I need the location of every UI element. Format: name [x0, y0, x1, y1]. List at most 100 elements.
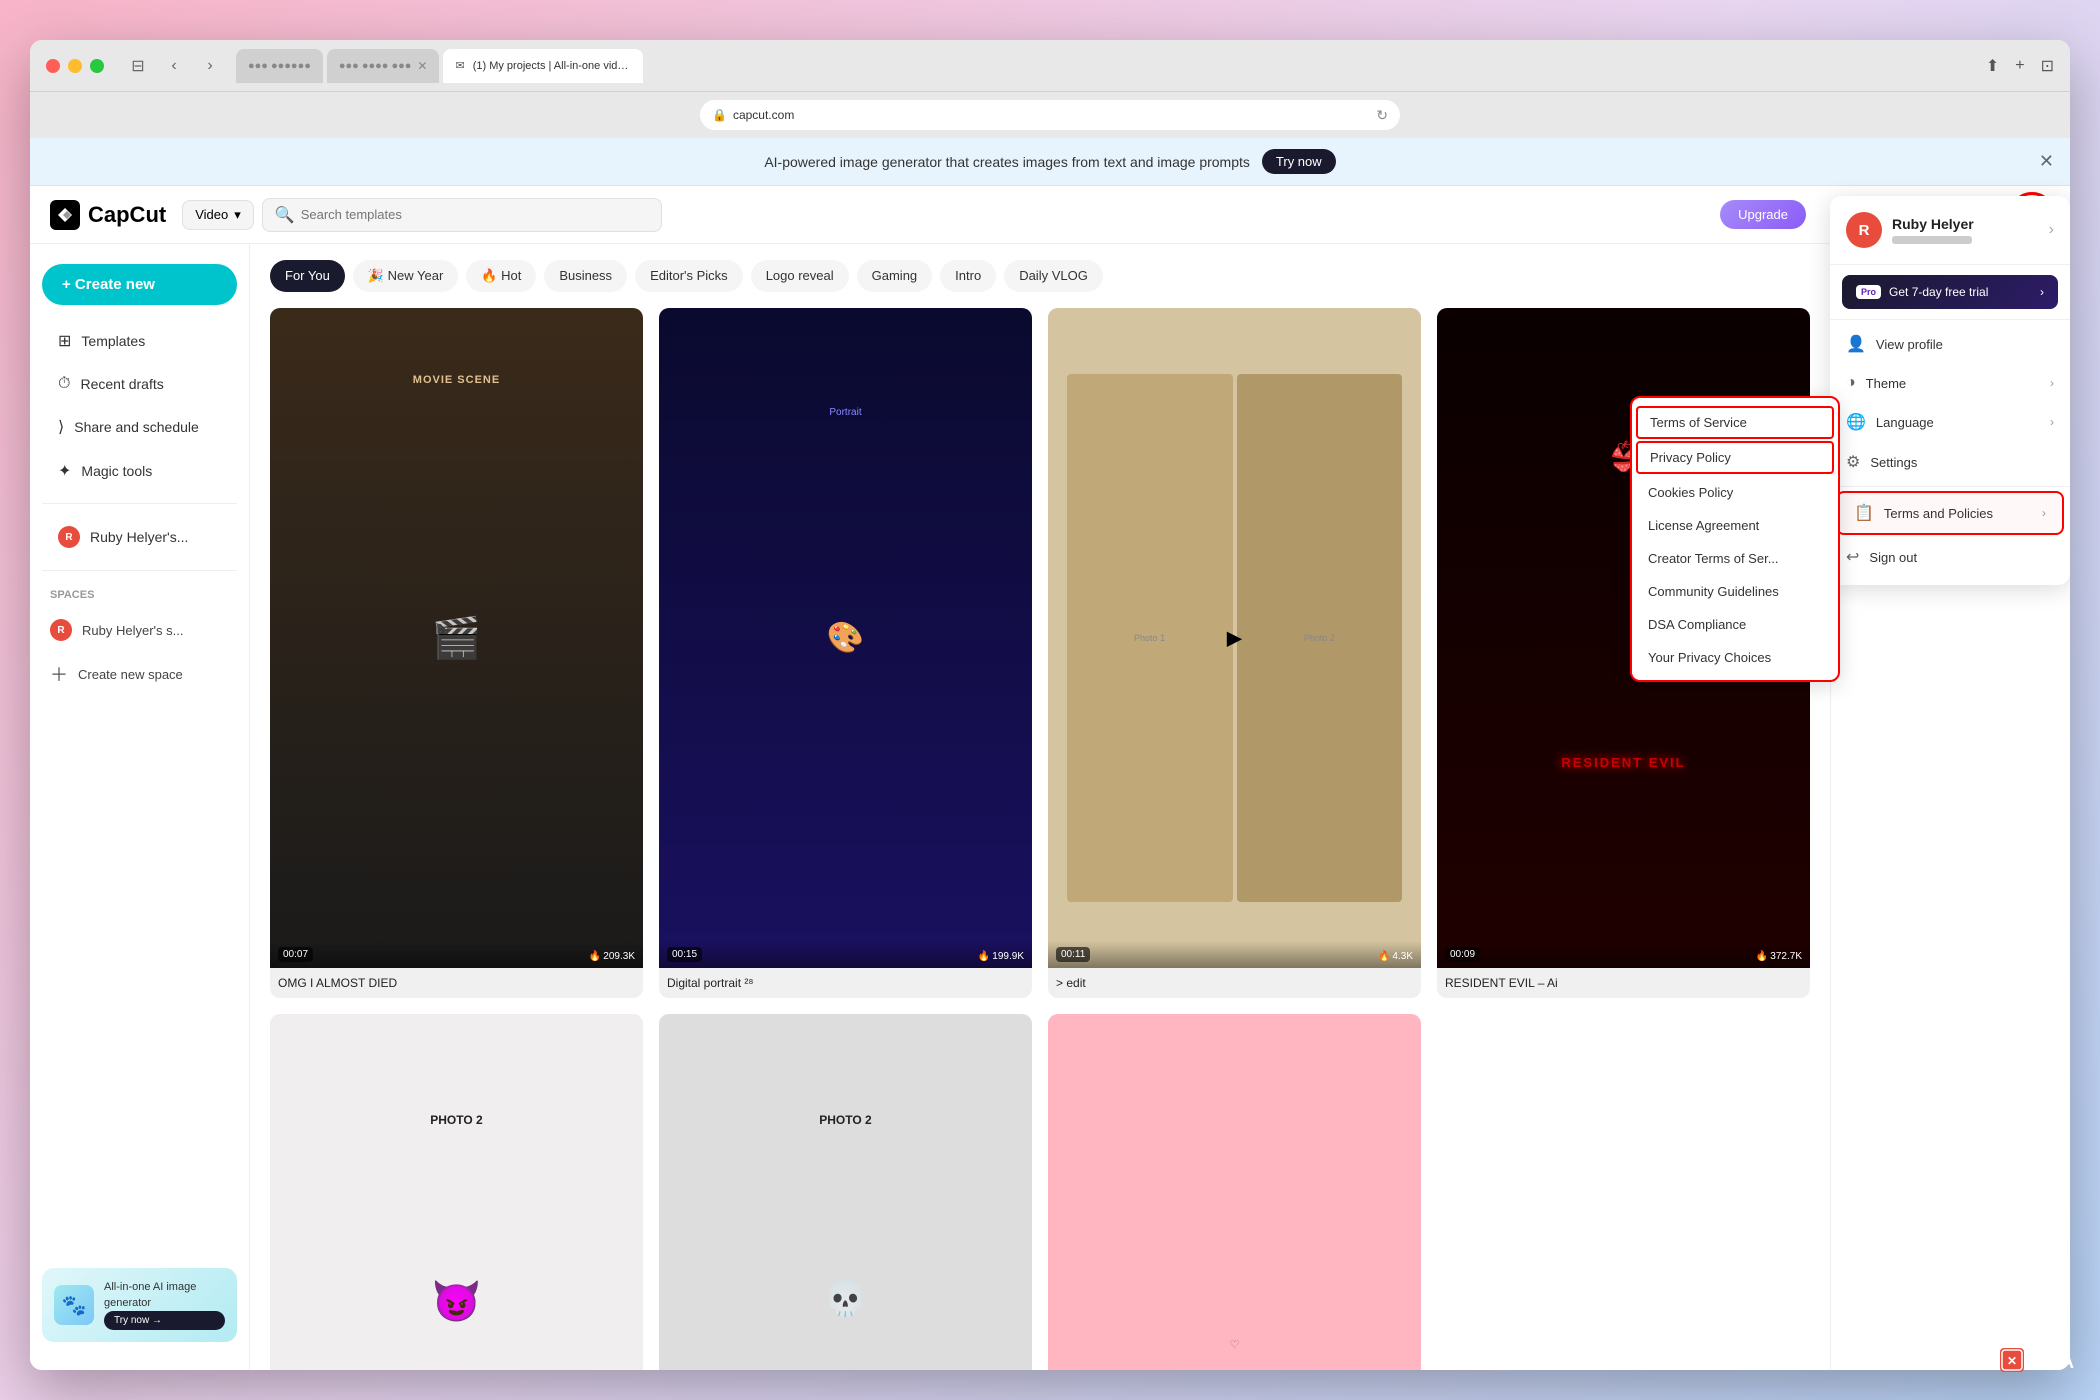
submenu-item-community-guidelines[interactable]: Community Guidelines [1632, 575, 1838, 608]
sidebar-item-magic-tools[interactable]: ✦ Magic tools [38, 451, 241, 491]
lock-icon: 🔒 [712, 108, 727, 122]
pro-label: Pro [1856, 285, 1881, 299]
sidebar-toggle[interactable]: ⊟ [124, 52, 152, 80]
submenu-item-privacy-policy[interactable]: Privacy Policy [1636, 441, 1834, 474]
tab-new-year[interactable]: 🎉 New Year [353, 260, 458, 292]
sidebar-item-templates[interactable]: ⊞ Templates [38, 321, 241, 361]
dropdown-arrow-icon: ▾ [234, 207, 241, 223]
new-tab-icon[interactable]: + [2015, 57, 2024, 75]
cookies-policy-label: Cookies Policy [1648, 485, 1733, 500]
dropdown-item-language[interactable]: 🌐 Language › [1830, 402, 2070, 442]
xda-watermark: ✕ XDA [2000, 1340, 2080, 1380]
tab-gaming[interactable]: Gaming [857, 260, 933, 292]
sidebar-item-recent-drafts[interactable]: ⏱ Recent drafts [38, 365, 241, 403]
search-area: Video ▾ 🔍 [182, 198, 662, 232]
tab-for-you[interactable]: For You [270, 260, 345, 292]
sidebar-item-share-schedule[interactable]: ⟩ Share and schedule [38, 407, 241, 447]
share-icon[interactable]: ⬆ [1986, 56, 1999, 76]
tab-logo-reveal-label: Logo reveal [766, 268, 834, 283]
submenu-item-license-agreement[interactable]: License Agreement [1632, 509, 1838, 542]
browser-tabs: ●●● ●●●●●● ●●● ●●●● ●●● ✕ ✉ (1) My proje… [236, 49, 1974, 83]
profile-icon: 👤 [1846, 334, 1866, 354]
views-2: 🔥4.3K [1378, 951, 1413, 962]
maximize-button[interactable] [90, 59, 104, 73]
url-text: capcut.com [733, 108, 794, 122]
xda-logo: ✕ XDA [2000, 1340, 2080, 1380]
space-name-label: Ruby Helyer's s... [82, 623, 183, 638]
dropdown-divider-2 [1830, 486, 2070, 487]
minimize-button[interactable] [68, 59, 82, 73]
tab-business[interactable]: Business [544, 260, 627, 292]
submenu-item-dsa-compliance[interactable]: DSA Compliance [1632, 608, 1838, 641]
dropdown-item-terms-policies[interactable]: 📋 Terms and Policies › [1836, 491, 2064, 535]
tab-intro[interactable]: Intro [940, 260, 996, 292]
video-card-6[interactable]: ♡ 00:12 🔥258.8K [1048, 1014, 1421, 1370]
privacy-choices-label: Your Privacy Choices [1648, 650, 1771, 665]
views-0: 🔥209.3K [589, 951, 635, 962]
duration-1: 00:15 [667, 947, 702, 962]
app-logo: CapCut [50, 200, 166, 230]
windows-icon[interactable]: ⊡ [2041, 56, 2054, 76]
duration-2: 00:11 [1056, 947, 1090, 962]
tab-hot[interactable]: 🔥 Hot [466, 260, 536, 292]
tab-2-close[interactable]: ✕ [417, 59, 427, 73]
tab-editors-picks[interactable]: Editor's Picks [635, 260, 743, 292]
pro-banner[interactable]: Pro Get 7-day free trial › [1842, 275, 2058, 309]
sidebar-item-user[interactable]: R Ruby Helyer's... [38, 516, 241, 558]
spaces-label: Spaces [30, 583, 249, 607]
pro-text: Get 7-day free trial [1889, 285, 1988, 299]
title-bar: ⊟ ‹ › ●●● ●●●●●● ●●● ●●●● ●●● ✕ ✉ (1) My… [30, 40, 2070, 92]
sidebar-magic-label: Magic tools [81, 463, 152, 479]
browser-tab-2[interactable]: ●●● ●●●● ●●● ✕ [327, 49, 440, 83]
upgrade-button[interactable]: Upgrade [1720, 200, 1806, 229]
theme-chevron-icon: › [2050, 376, 2054, 390]
video-card-4[interactable]: PHOTO 2 😈 00:13 🔥562.9K TROLL-FACE EDIT [270, 1014, 643, 1370]
tab-logo-reveal[interactable]: Logo reveal [751, 260, 849, 292]
dropdown-item-view-profile[interactable]: 👤 View profile [1830, 324, 2070, 364]
reload-icon[interactable]: ↻ [1376, 107, 1388, 124]
ai-banner-sidebar[interactable]: 🐾 All-in-one AI image generator Try now … [42, 1268, 237, 1342]
create-space-button[interactable]: ＋ Create new space [30, 653, 249, 695]
tab-daily-vlog[interactable]: Daily VLOG [1004, 260, 1103, 292]
duration-0: 00:07 [278, 947, 313, 962]
video-filter-dropdown[interactable]: Video ▾ [182, 200, 254, 230]
browser-tab-3-active[interactable]: ✉ (1) My projects | All-in-one video edi… [443, 49, 643, 83]
sidebar-divider-1 [42, 503, 237, 504]
sidebar-share-label: Share and schedule [74, 419, 199, 435]
video-card-5[interactable]: PHOTO 2 💀 00:09 🔥97K CAVEIRA EDIT [659, 1014, 1032, 1370]
search-input[interactable] [301, 207, 650, 222]
back-button[interactable]: ‹ [160, 52, 188, 80]
video-card-2[interactable]: Photo 1 Photo 2 ▶ 00:11 🔥4.3K > edit [1048, 308, 1421, 998]
search-icon: 🔍 [275, 205, 295, 225]
submenu-item-creator-terms[interactable]: Creator Terms of Ser... [1632, 542, 1838, 575]
dropdown-item-settings[interactable]: ⚙ Settings [1830, 442, 2070, 482]
user-dropdown: R Ruby Helyer › Pro Get 7-day free trial… [1830, 196, 2070, 585]
views-3: 🔥372.7K [1756, 951, 1802, 962]
sidebar-space-item[interactable]: R Ruby Helyer's s... [30, 611, 249, 649]
video-card-1[interactable]: 🎨 Portrait 00:15 🔥199.9K Digital portrai… [659, 308, 1032, 998]
submenu-item-cookies-policy[interactable]: Cookies Policy [1632, 476, 1838, 509]
browser-tab-1[interactable]: ●●● ●●●●●● [236, 49, 323, 83]
banner-try-now-button[interactable]: Try now [1262, 149, 1336, 174]
dropdown-item-theme[interactable]: ◑ Theme › [1830, 364, 2070, 402]
magic-icon: ✦ [58, 461, 71, 481]
create-new-button[interactable]: + Create new [42, 264, 237, 305]
video-card-0[interactable]: 🎬 MOVIE SCENE 00:07 🔥209.3K OMG I ALMOST… [270, 308, 643, 998]
svg-text:XDA: XDA [2036, 1352, 2074, 1372]
address-bar[interactable]: 🔒 capcut.com ↻ [700, 100, 1400, 130]
submenu-item-terms-of-service[interactable]: Terms of Service [1636, 406, 1834, 439]
theme-label: Theme [1866, 376, 1906, 391]
dropdown-item-sign-out[interactable]: ↩ Sign out [1830, 537, 2070, 577]
tab-for-you-label: For You [285, 268, 330, 283]
space-avatar: R [50, 619, 72, 641]
terms-chevron-icon: › [2042, 506, 2046, 520]
ai-banner-try-button[interactable]: Try now → [104, 1311, 225, 1330]
banner-close-button[interactable]: ✕ [2039, 151, 2054, 172]
views-1: 🔥199.9K [978, 951, 1024, 962]
tab-2-label: ●●● ●●●● ●●● [339, 60, 412, 72]
browser-toolbar: ⬆ + ⊡ [1986, 56, 2054, 76]
submenu-item-privacy-choices[interactable]: Your Privacy Choices [1632, 641, 1838, 674]
main-header: CapCut Video ▾ 🔍 Upgrade ⊡ ⬇ 🔔 1 [30, 186, 2070, 244]
forward-button[interactable]: › [196, 52, 224, 80]
close-button[interactable] [46, 59, 60, 73]
